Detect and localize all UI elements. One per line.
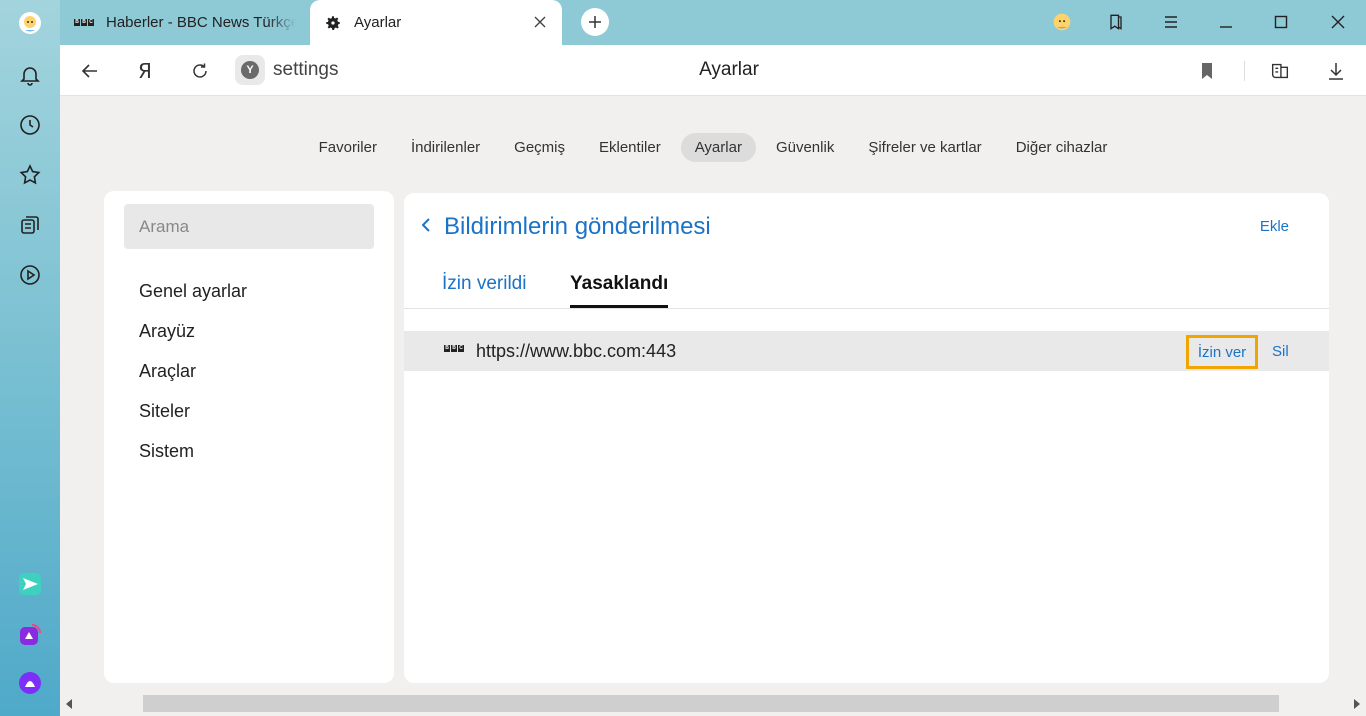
tab-title: Haberler - BBC News Türkçe [106, 14, 296, 31]
tab-allowed[interactable]: İzin verildi [442, 273, 526, 305]
tab-title: Ayarlar [354, 14, 402, 31]
collections-icon[interactable] [12, 207, 48, 243]
sidebar-item-interface[interactable]: Arayüz [139, 321, 195, 342]
tab-strip: BBC Haberler - BBC News Türkçe Ayarlar [60, 0, 1366, 45]
close-tab-icon[interactable] [532, 14, 548, 30]
horizontal-scrollbar[interactable] [60, 692, 1366, 716]
profile-avatar-icon[interactable] [12, 5, 48, 41]
settings-sidebar: Genel ayarlar Arayüz Araçlar Siteler Sis… [104, 191, 394, 683]
tab-settings[interactable]: Ayarlar [310, 0, 562, 45]
site-url: https://www.bbc.com:443 [476, 341, 677, 361]
alice-icon[interactable] [12, 665, 48, 701]
tab-bbc-news[interactable]: BBC Haberler - BBC News Türkçe [60, 0, 308, 45]
scroll-left-icon[interactable] [66, 699, 72, 709]
sidebar-item-sites[interactable]: Siteler [139, 401, 190, 422]
menu-icon[interactable] [1157, 8, 1185, 36]
sidebar-item-system[interactable]: Sistem [139, 441, 194, 462]
nav-history[interactable]: Geçmiş [500, 133, 579, 162]
alice-station-icon[interactable] [12, 617, 48, 653]
notifications-panel: Bildirimlerin gönderilmesi Ekle İzin ver… [404, 193, 1329, 683]
site-row[interactable]: BBC https://www.bbc.com:443 İzin ver Sil [404, 331, 1329, 371]
scrollbar-thumb[interactable] [143, 695, 1279, 712]
tab-collections-icon[interactable] [1102, 8, 1130, 36]
download-icon[interactable] [1322, 57, 1350, 85]
nav-favorites[interactable]: Favoriler [305, 133, 391, 162]
nav-security[interactable]: Güvenlik [762, 133, 848, 162]
messenger-icon[interactable] [12, 566, 48, 602]
page-title: Ayarlar [699, 59, 759, 80]
search-input[interactable] [124, 204, 374, 249]
bell-icon[interactable] [12, 57, 48, 93]
tab-blocked[interactable]: Yasaklandı [570, 273, 669, 308]
gear-icon [326, 15, 340, 30]
nav-extensions[interactable]: Eklentiler [585, 133, 675, 162]
play-icon[interactable] [12, 257, 48, 293]
tabs-divider [404, 308, 1329, 309]
history-clock-icon[interactable] [12, 107, 48, 143]
bbc-logo-icon: BBC [444, 345, 464, 352]
sidebar-item-tools[interactable]: Araçlar [139, 361, 196, 382]
nav-passwords[interactable]: Şifreler ve kartlar [854, 133, 995, 162]
delete-button[interactable]: Sil [1272, 343, 1289, 360]
settings-top-nav: Favoriler İndirilenler Geçmiş Eklentiler… [60, 133, 1366, 162]
bbc-logo-icon: BBC [74, 19, 94, 26]
scroll-right-icon[interactable] [1354, 699, 1360, 709]
protect-icon[interactable] [1266, 57, 1294, 85]
plus-icon [589, 16, 601, 28]
toolbar-divider [1244, 61, 1245, 81]
chevron-left-icon[interactable] [418, 217, 434, 233]
allow-button[interactable]: İzin ver [1186, 335, 1258, 369]
side-panel [0, 0, 60, 716]
settings-page: Favoriler İndirilenler Geçmiş Eklentiler… [60, 96, 1366, 716]
address-bar: Я Y settings Ayarlar [60, 45, 1366, 96]
nav-other-devices[interactable]: Diğer cihazlar [1002, 133, 1122, 162]
nav-downloads[interactable]: İndirilenler [397, 133, 494, 162]
close-window-icon[interactable] [1324, 8, 1352, 36]
profile-avatar-small-icon[interactable] [1048, 8, 1076, 36]
add-button[interactable]: Ekle [1260, 218, 1289, 235]
star-icon[interactable] [12, 157, 48, 193]
sidebar-item-general[interactable]: Genel ayarlar [139, 281, 247, 302]
new-tab-button[interactable] [581, 8, 609, 36]
maximize-icon[interactable] [1267, 8, 1295, 36]
bookmark-icon[interactable] [1193, 57, 1221, 85]
nav-settings[interactable]: Ayarlar [680, 133, 756, 162]
minimize-icon[interactable] [1212, 8, 1240, 36]
panel-title[interactable]: Bildirimlerin gönderilmesi [444, 213, 711, 241]
